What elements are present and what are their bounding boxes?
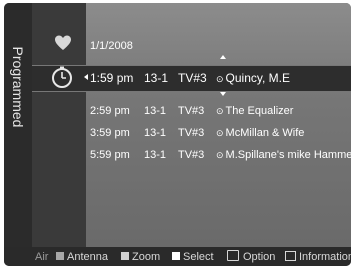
program-title: The Equalizer [225,105,294,117]
option-button[interactable]: Option [227,250,275,264]
zoom-color-key-icon [121,252,129,260]
select-button[interactable]: Select [172,250,214,264]
program-time: 3:59 pm [90,127,130,139]
sidebar-tab: Programmed [4,3,32,247]
source-label: Air [35,251,49,263]
program-title: McMillan & Wife [225,127,305,139]
program-title-wrap: ⊙ M.Spillane's mike Hammer [216,145,351,165]
program-source: TV#3 [178,127,205,139]
antenna-color-key-icon [56,252,64,260]
select-color-key-icon [172,252,180,260]
scroll-up-arrow[interactable] [220,55,226,59]
program-title: M.Spillane's mike Hammer [225,149,351,161]
information-label: Information [299,251,351,263]
program-source: TV#3 [178,149,205,161]
zoom-label: Zoom [132,251,161,263]
footer-bar: Air Antenna Zoom Select Option Informati… [4,247,351,266]
program-title-wrap: ⊙ McMillan & Wife [216,123,304,143]
schedule-date: 1/1/2008 [90,40,133,52]
clock-icon: ⊙ [216,128,224,138]
clock-icon: ⊙ [216,150,224,160]
scroll-down-arrow[interactable] [220,92,226,96]
sidebar-title: Programmed [10,46,26,128]
program-title: Quincy, M.E [225,71,291,85]
program-time: 5:59 pm [90,149,130,161]
program-title-wrap: ⊙ Quincy, M.E [216,68,290,89]
antenna-button[interactable]: Antenna [56,250,108,264]
clock-icon: ⊙ [216,106,224,116]
antenna-label: Antenna [67,251,108,263]
program-source: TV#3 [178,71,207,85]
heart-icon [55,35,71,50]
program-channel: 13-1 [144,127,167,139]
program-channel: 13-1 [144,71,169,85]
select-label: Select [183,251,214,263]
selection-left-arrow [84,74,88,80]
program-channel: 13-1 [144,105,167,117]
information-button[interactable]: Information [285,250,351,264]
program-source: TV#3 [178,105,205,117]
option-icon [227,250,239,261]
program-title-wrap: ⊙ The Equalizer [216,101,293,121]
zoom-button[interactable]: Zoom [121,250,160,264]
timer-icon [52,66,72,88]
information-icon [285,251,296,261]
program-channel: 13-1 [144,149,167,161]
programmed-screen: Programmed 1/1/2008 1:59 pm 13-1 TV#3 ⊙ Q… [4,3,351,266]
option-label: Option [243,251,276,263]
program-time: 1:59 pm [90,71,134,85]
program-time: 2:59 pm [90,105,130,117]
clock-icon: ⊙ [216,74,224,84]
